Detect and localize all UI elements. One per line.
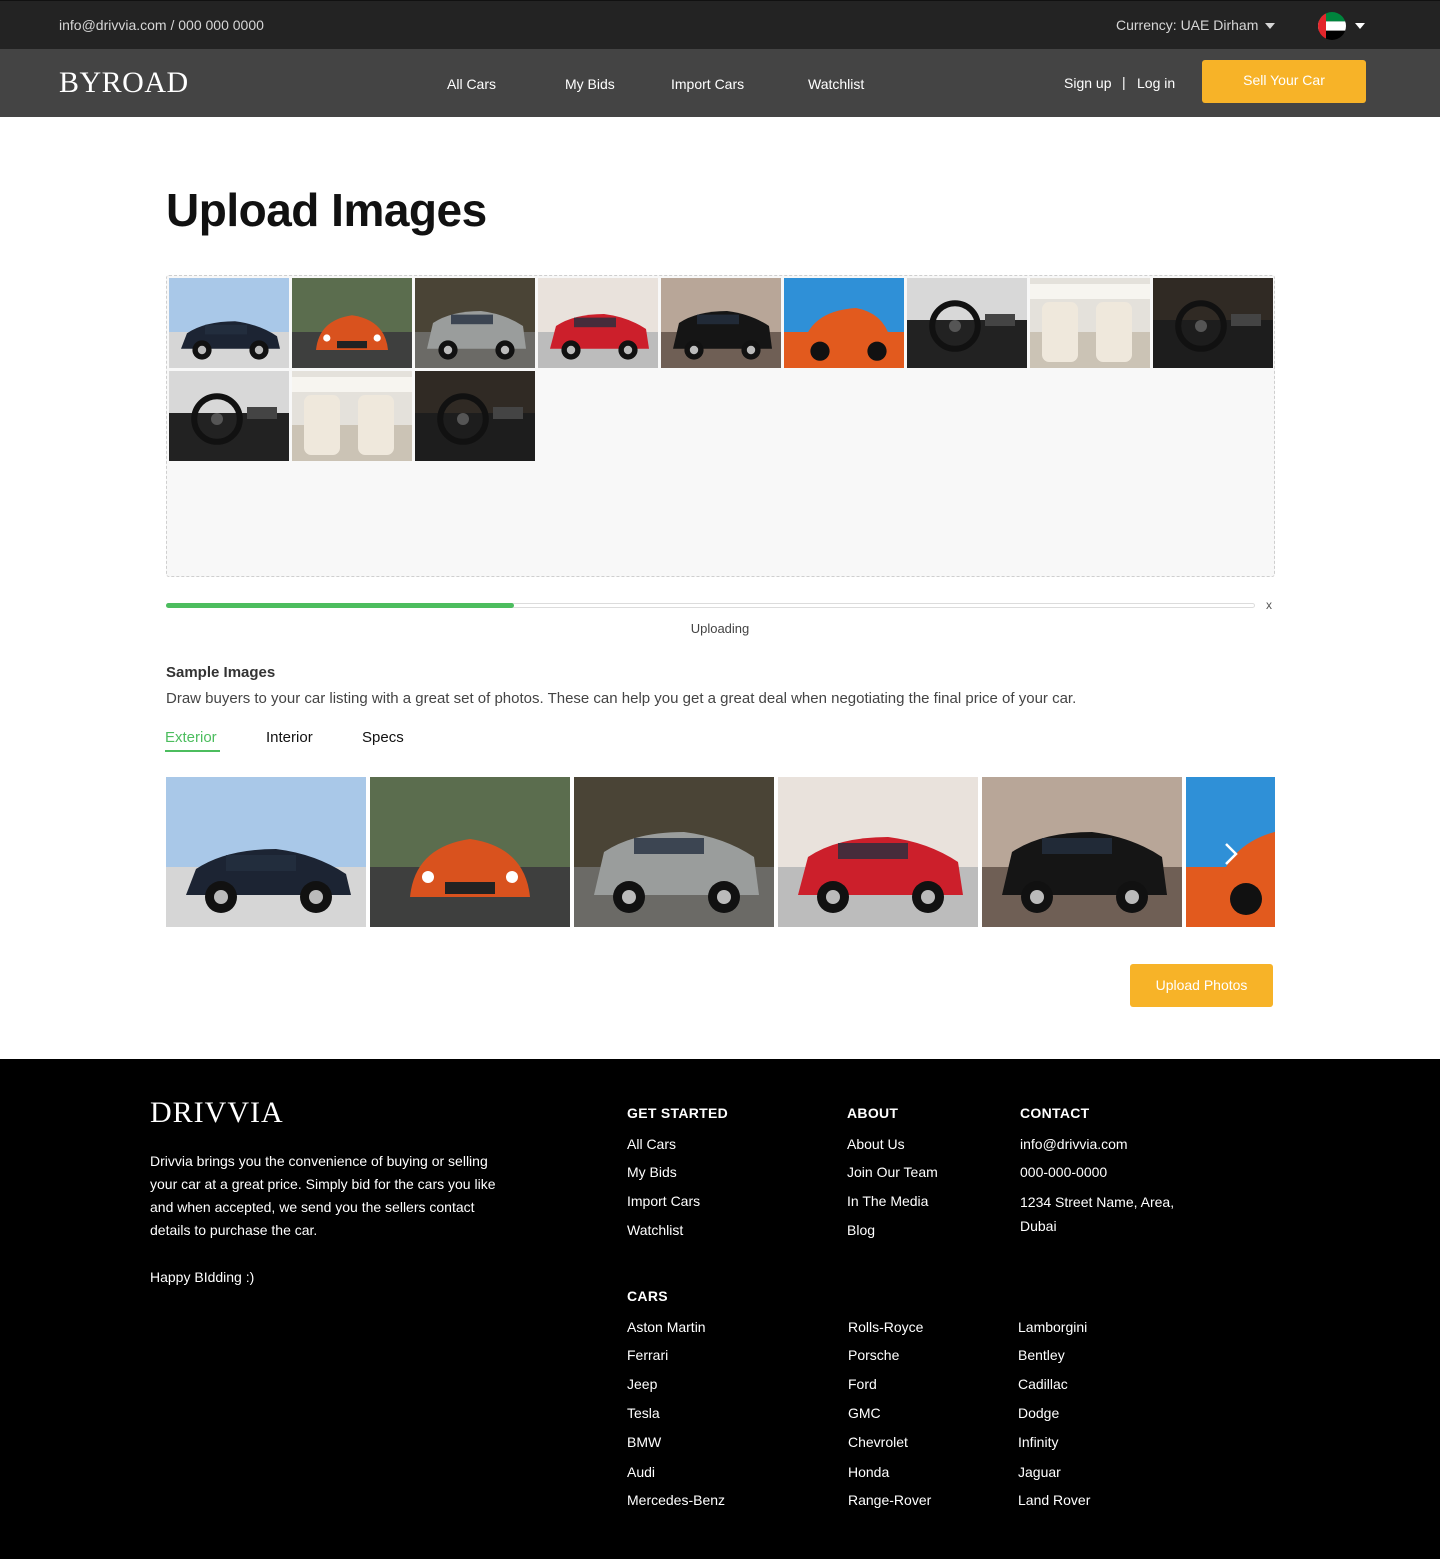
footer-car-brand-link[interactable]: Ferrari [627,1347,668,1363]
footer-heading-about: ABOUT [847,1105,899,1121]
chevron-down-icon[interactable] [1355,23,1365,29]
uploaded-thumbnail[interactable] [1030,278,1150,368]
footer-link-import-cars[interactable]: Import Cars [627,1193,700,1209]
uploaded-thumbnail[interactable] [292,371,412,461]
footer-contact-email[interactable]: info@drivvia.com [1020,1136,1128,1152]
footer-car-brand-link[interactable]: BMW [627,1434,661,1450]
footer-tagline: Happy BIdding :) [150,1269,255,1285]
login-link[interactable]: Log in [1137,75,1175,91]
footer-link-join-our-team[interactable]: Join Our Team [847,1164,938,1180]
sample-image[interactable] [982,777,1182,927]
uae-flag-icon[interactable] [1318,12,1346,40]
chevron-down-icon[interactable] [1265,23,1275,29]
nav-my-bids[interactable]: My Bids [565,76,615,92]
tab-specs[interactable]: Specs [362,729,404,746]
uploaded-thumbnail[interactable] [415,371,535,461]
footer-link-about-us[interactable]: About Us [847,1136,905,1152]
footer-link-blog[interactable]: Blog [847,1222,875,1238]
footer-about-text: Drivvia brings you the convenience of bu… [150,1153,496,1238]
uploaded-thumbnail[interactable] [169,371,289,461]
nav-watchlist[interactable]: Watchlist [808,76,864,92]
footer-car-brand-link[interactable]: Jaguar [1018,1464,1061,1480]
uploaded-thumbnail[interactable] [415,278,535,368]
footer-heading-cars: CARS [627,1288,668,1304]
footer-link-all-cars[interactable]: All Cars [627,1136,676,1152]
contact-info: info@drivvia.com / 000 000 0000 [59,17,264,33]
footer-car-brand-link[interactable]: Rolls-Royce [848,1319,923,1335]
sample-images-carousel [166,777,1275,927]
uploaded-thumbnail[interactable] [907,278,1027,368]
sell-your-car-button[interactable]: Sell Your Car [1202,60,1366,103]
nav-import-cars[interactable]: Import Cars [671,76,744,92]
footer-link-in-the-media[interactable]: In The Media [847,1193,928,1209]
footer-heading-get-started: GET STARTED [627,1105,729,1121]
footer-car-brand-link[interactable]: GMC [848,1405,881,1421]
footer-car-brand-link[interactable]: Cadillac [1018,1376,1068,1392]
footer-contact-phone[interactable]: 000-000-0000 [1020,1164,1107,1180]
footer-car-brand-link[interactable]: Mercedes-Benz [627,1492,725,1508]
tab-interior[interactable]: Interior [266,729,313,746]
sample-image[interactable] [370,777,570,927]
footer-link-watchlist[interactable]: Watchlist [627,1222,683,1238]
uploaded-thumbnail[interactable] [1153,278,1273,368]
upload-progress-fill [166,603,514,608]
upload-status: Uploading [690,621,750,636]
footer-car-brand-link[interactable]: Ford [848,1376,877,1392]
footer-car-brand-link[interactable]: Audi [627,1464,655,1480]
footer-contact-address: 1234 Street Name, Area, Dubai [1020,1194,1175,1234]
page-title: Upload Images [166,184,487,236]
footer-heading-contact: CONTACT [1020,1105,1090,1121]
uploaded-thumbnail[interactable] [538,278,658,368]
currency-selector[interactable]: Currency: UAE Dirham [1116,17,1258,33]
footer-car-brand-link[interactable]: Infinity [1018,1434,1058,1450]
signup-link[interactable]: Sign up [1064,75,1111,91]
tab-exterior[interactable]: Exterior [165,729,217,746]
chevron-right-icon[interactable] [1220,840,1242,868]
cancel-upload-button[interactable]: x [1266,598,1272,612]
footer-logo[interactable]: DRIVVIA [150,1096,284,1130]
footer-car-brand-link[interactable]: Chevrolet [848,1434,908,1450]
footer-car-brand-link[interactable]: Porsche [848,1347,899,1363]
footer-car-brand-link[interactable]: Lamborgini [1018,1319,1087,1335]
main-navbar: BYROAD All Cars My Bids Import Cars Watc… [0,49,1440,117]
uploaded-thumbnail[interactable] [169,278,289,368]
footer-car-brand-link[interactable]: Tesla [627,1405,660,1421]
upload-photos-button[interactable]: Upload Photos [1130,964,1273,1007]
uploaded-thumbnail[interactable] [784,278,904,368]
footer-car-brand-link[interactable]: Jeep [627,1376,657,1392]
active-tab-indicator [165,750,220,752]
footer-link-my-bids[interactable]: My Bids [627,1164,677,1180]
sample-image[interactable] [778,777,978,927]
footer-car-brand-link[interactable]: Bentley [1018,1347,1065,1363]
sample-images-title: Sample Images [166,664,276,681]
uploaded-thumbnail[interactable] [292,278,412,368]
footer-car-brand-link[interactable]: Honda [848,1464,889,1480]
sample-images-description: Draw buyers to your car listing with a g… [166,690,1077,707]
footer-car-brand-link[interactable]: Land Rover [1018,1492,1090,1508]
footer-car-brand-link[interactable]: Dodge [1018,1405,1059,1421]
nav-all-cars[interactable]: All Cars [447,76,496,92]
auth-separator: | [1122,74,1126,90]
footer-car-brand-link[interactable]: Range-Rover [848,1492,931,1508]
footer-car-brand-link[interactable]: Aston Martin [627,1319,706,1335]
sample-image[interactable] [574,777,774,927]
sample-image[interactable] [166,777,366,927]
top-bar: info@drivvia.com / 000 000 0000 Currency… [0,0,1440,49]
site-logo[interactable]: BYROAD [59,66,189,100]
site-footer: DRIVVIA Drivvia brings you the convenien… [0,1059,1440,1559]
uploaded-thumbnail[interactable] [661,278,781,368]
